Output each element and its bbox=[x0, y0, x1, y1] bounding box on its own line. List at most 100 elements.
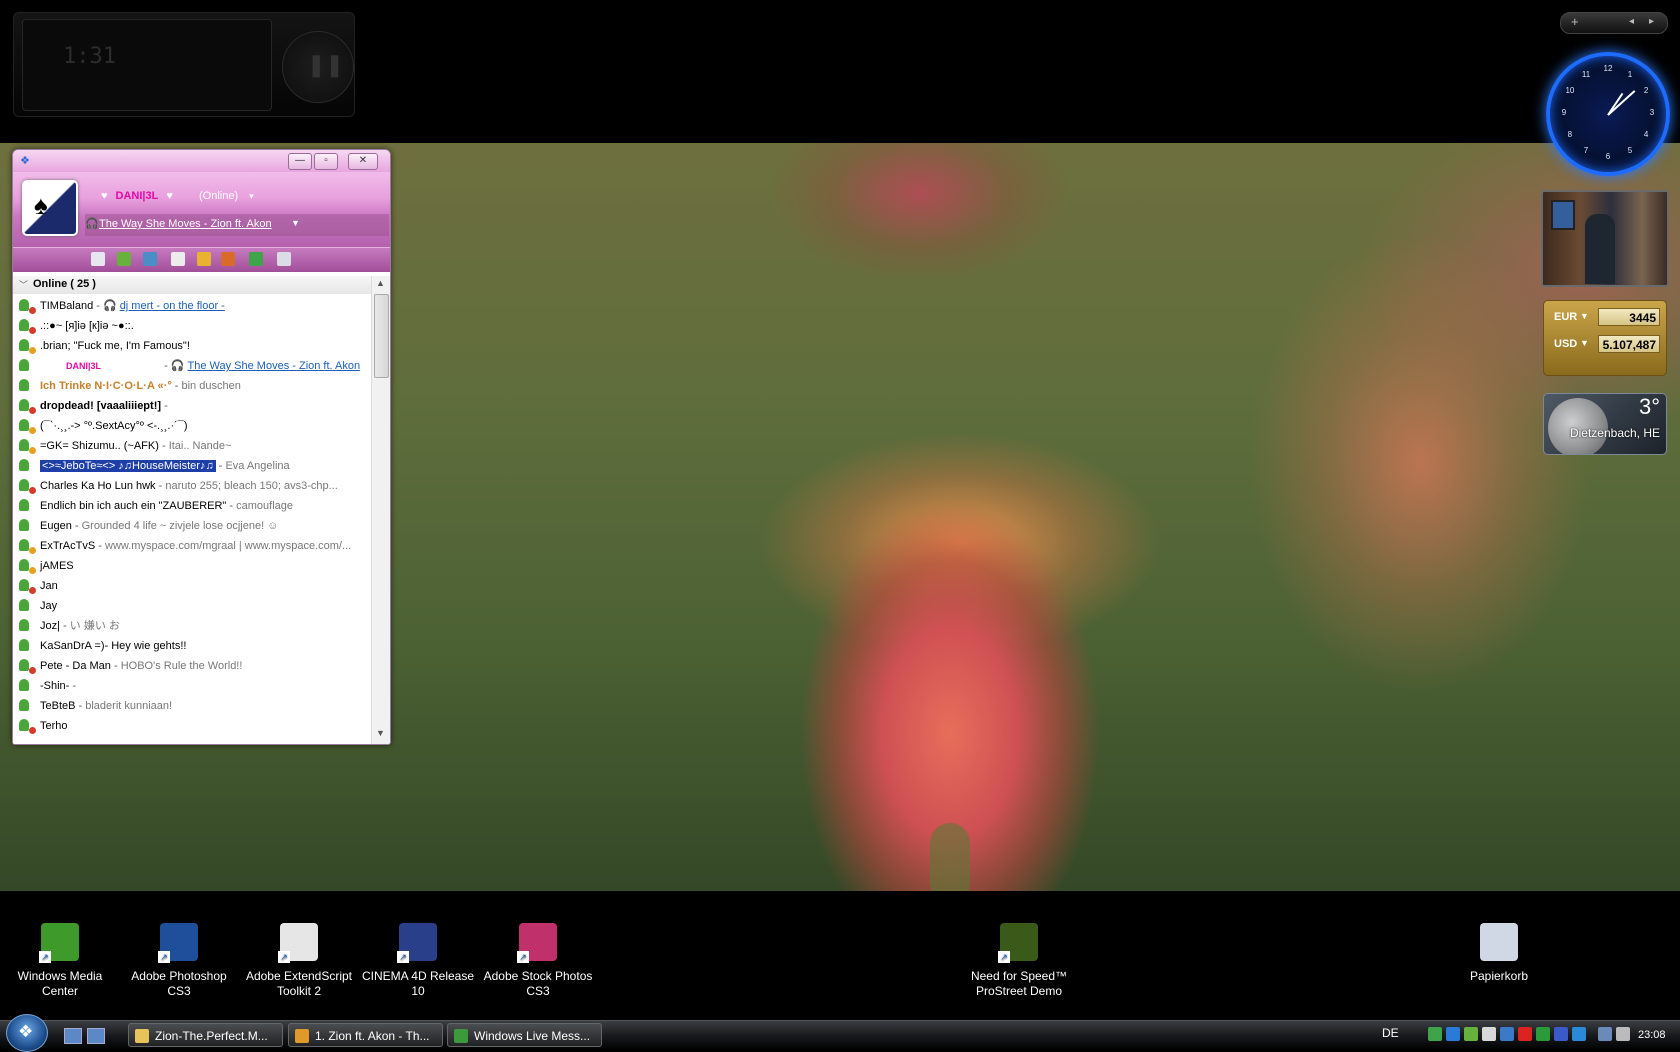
chevron-down-icon[interactable]: ▾ bbox=[249, 191, 254, 201]
add-contact-icon[interactable] bbox=[117, 252, 131, 266]
mail-tray-icon[interactable] bbox=[1482, 1027, 1496, 1041]
chevron-down-icon[interactable]: ▼ bbox=[291, 218, 300, 228]
status-badge-icon bbox=[29, 307, 36, 314]
media-player-gadget[interactable]: 1:31 ❚❚ bbox=[13, 12, 355, 117]
shortcut-arrow-icon: ↗ bbox=[158, 951, 170, 963]
contact-list[interactable]: ﹀ Online ( 25 ) TIMBaland - 🎧 dj mert - o… bbox=[13, 276, 371, 744]
minimize-button[interactable]: — bbox=[288, 153, 312, 170]
contact-row[interactable]: Terho bbox=[13, 716, 371, 736]
clock-gadget[interactable]: 12 1 2 3 4 5 6 7 8 9 10 11 bbox=[1546, 52, 1670, 176]
security-tray-icon[interactable] bbox=[1518, 1027, 1532, 1041]
volume-icon[interactable] bbox=[1616, 1027, 1630, 1041]
contact-row[interactable]: DANI|3L - 🎧 The Way She Moves - Zion ft. … bbox=[13, 356, 371, 376]
sidebar-add-button[interactable]: + bbox=[1571, 14, 1579, 29]
contact-row[interactable]: (¯`·.¸¸.-> °º.SextAcy°º <-.¸¸.·´¯) bbox=[13, 416, 371, 436]
messenger-window[interactable]: ❖ — ▫ ✕ ♠ ♥ DANI|3L ♥ (Online) ▾ 🎧 The Way… bbox=[12, 149, 391, 745]
contact-personal-message[interactable]: The Way She Moves - Zion ft. Akon bbox=[188, 360, 361, 372]
show-desktop-icon[interactable] bbox=[64, 1028, 82, 1044]
maximize-button[interactable]: ▫ bbox=[314, 153, 338, 170]
taskbar-clock[interactable]: 23:08 bbox=[1638, 1029, 1666, 1041]
currency-code: EUR bbox=[1554, 311, 1578, 323]
contact-row[interactable]: Jan bbox=[13, 576, 371, 596]
group-header-online[interactable]: ﹀ Online ( 25 ) bbox=[13, 276, 371, 294]
window-titlebar[interactable]: ❖ — ▫ ✕ bbox=[13, 150, 390, 172]
contact-row[interactable]: Eugen - Grounded 4 life ~ zivjele lose o… bbox=[13, 516, 371, 536]
avatar[interactable]: ♠ bbox=[22, 180, 78, 236]
display-name[interactable]: ♥ DANI|3L ♥ bbox=[101, 190, 173, 202]
chevron-down-icon[interactable]: ▼ bbox=[1580, 311, 1589, 321]
currency-row-eur[interactable]: EUR ▼ 3445 bbox=[1550, 308, 1662, 328]
currency-gadget[interactable]: EUR ▼ 3445 USD ▼ 5.107,487 bbox=[1543, 300, 1667, 376]
status-selector[interactable]: (Online) ▾ bbox=[199, 190, 254, 202]
display-tray-icon[interactable] bbox=[1500, 1027, 1514, 1041]
contact-name: TeBteB bbox=[40, 700, 76, 712]
scrollbar-thumb[interactable] bbox=[374, 294, 389, 378]
scrollbar[interactable]: ▲ ▼ bbox=[371, 276, 390, 744]
taskbar-button[interactable]: Windows Live Mess... bbox=[447, 1023, 602, 1047]
chevron-down-icon[interactable]: ▼ bbox=[1580, 338, 1589, 348]
language-indicator[interactable]: DE bbox=[1382, 1026, 1399, 1040]
heart-icon: ♥ bbox=[101, 190, 108, 202]
contact-row[interactable]: dropdead! [vaaaliiiept!] - bbox=[13, 396, 371, 416]
desktop-icon[interactable]: ↗ Windows Media Center bbox=[0, 920, 120, 999]
desktop-icon[interactable]: ↗ Need for Speed™ ProStreet Demo bbox=[959, 920, 1079, 999]
scroll-down-icon[interactable]: ▼ bbox=[376, 728, 385, 738]
calendar-icon[interactable] bbox=[171, 252, 185, 266]
contact-row[interactable]: =GK= Shizumu.. (~AFK) - Itai.. Nande~ bbox=[13, 436, 371, 456]
desktop-icon[interactable]: ↗ Adobe Stock Photos CS3 bbox=[478, 920, 598, 999]
desktop-icon[interactable]: ↗ Adobe Photoshop CS3 bbox=[119, 920, 239, 999]
sidebar-prev-button[interactable]: ◂ bbox=[1629, 16, 1634, 27]
desktop-icon[interactable]: ↗ CINEMA 4D Release 10 bbox=[358, 920, 478, 999]
sync-tray-icon[interactable] bbox=[1536, 1027, 1550, 1041]
currency-row-usd[interactable]: USD ▼ 5.107,487 bbox=[1550, 335, 1662, 355]
network-status-icon[interactable] bbox=[1598, 1027, 1612, 1041]
taskbar-button[interactable]: 1. Zion ft. Akon - Th... bbox=[288, 1023, 443, 1047]
desktop-icon[interactable]: Papierkorb bbox=[1439, 920, 1559, 984]
contact-row[interactable]: <>≈JeboTe≈<> ♪♫HouseMeister♪♫ - Eva Ange… bbox=[13, 456, 371, 476]
contact-row[interactable]: Charles Ka Ho Lun hwk - naruto 255; blea… bbox=[13, 476, 371, 496]
update-tray-icon[interactable] bbox=[1572, 1027, 1586, 1041]
contact-row[interactable]: Endlich bin ich auch ein "ZAUBERER" - ca… bbox=[13, 496, 371, 516]
contact-text: Joz| - い 嫌い お bbox=[40, 616, 120, 636]
contact-personal-message[interactable]: dj mert - on the floor - bbox=[120, 300, 225, 312]
scroll-up-icon[interactable]: ▲ bbox=[376, 278, 385, 288]
contact-row[interactable]: .::●~ [я]iə [к]iə ~●::. bbox=[13, 316, 371, 336]
play-pause-button[interactable]: ❚❚ bbox=[282, 31, 354, 103]
personal-message-bar[interactable]: 🎧 The Way She Moves - Zion ft. Akon ▼ bbox=[85, 214, 389, 236]
contact-row[interactable]: -Shin- - bbox=[13, 676, 371, 696]
desktop-icon[interactable]: ↗ Adobe ExtendScript Toolkit 2 bbox=[239, 920, 359, 999]
contact-row[interactable]: Jay bbox=[13, 596, 371, 616]
chevron-down-icon[interactable]: ﹀ bbox=[19, 278, 28, 291]
contacts-icon[interactable] bbox=[143, 252, 157, 266]
network-tray-icon[interactable] bbox=[1446, 1027, 1460, 1041]
contact-row[interactable]: ExTrAcTvS - www.myspace.com/mgraal | www… bbox=[13, 536, 371, 556]
contact-tray-icon[interactable] bbox=[1464, 1027, 1478, 1041]
contact-row[interactable]: TIMBaland - 🎧 dj mert - on the floor - bbox=[13, 296, 371, 316]
sidebar-next-button[interactable]: ▸ bbox=[1649, 16, 1654, 27]
currency-value[interactable]: 3445 bbox=[1598, 308, 1660, 326]
messenger-tray-icon[interactable] bbox=[1428, 1027, 1442, 1041]
close-button[interactable]: ✕ bbox=[348, 153, 378, 170]
start-button[interactable]: ❖ bbox=[6, 1014, 48, 1052]
contact-row[interactable]: Ich Trinke N·I·C·O·L·A «·° - bin duschen bbox=[13, 376, 371, 396]
mail-icon[interactable] bbox=[91, 252, 105, 266]
spaces-icon[interactable] bbox=[197, 252, 211, 266]
contact-name: .brian; "Fuck me, I'm Famous"! bbox=[40, 340, 190, 352]
contact-name: dropdead! [vaaaliiiept!] bbox=[40, 400, 162, 412]
taskbar-button[interactable]: Zion-The.Perfect.M... bbox=[128, 1023, 283, 1047]
personal-message[interactable]: The Way She Moves - Zion ft. Akon bbox=[99, 218, 272, 230]
slideshow-gadget[interactable] bbox=[1541, 190, 1669, 287]
contact-row[interactable]: jAMES bbox=[13, 556, 371, 576]
contact-row[interactable]: Pete - Da Man - HOBO's Rule the World!! bbox=[13, 656, 371, 676]
bluetooth-tray-icon[interactable] bbox=[1554, 1027, 1568, 1041]
contact-row[interactable]: .brian; "Fuck me, I'm Famous"! bbox=[13, 336, 371, 356]
weather-gadget[interactable]: 3° Dietzenbach, HE bbox=[1543, 393, 1667, 455]
contact-row[interactable]: TeBteB - bladerit kunniaan! bbox=[13, 696, 371, 716]
currency-value[interactable]: 5.107,487 bbox=[1598, 335, 1660, 353]
contact-row[interactable]: Joz| - い 嫌い お bbox=[13, 616, 371, 636]
paintbrush-icon[interactable] bbox=[249, 252, 263, 266]
windows-flag-icon[interactable] bbox=[221, 252, 235, 266]
show-menu-icon[interactable] bbox=[277, 252, 291, 266]
contact-row[interactable]: KaSanDrA =)- Hey wie gehts!! bbox=[13, 636, 371, 656]
switch-windows-icon[interactable] bbox=[87, 1028, 105, 1044]
